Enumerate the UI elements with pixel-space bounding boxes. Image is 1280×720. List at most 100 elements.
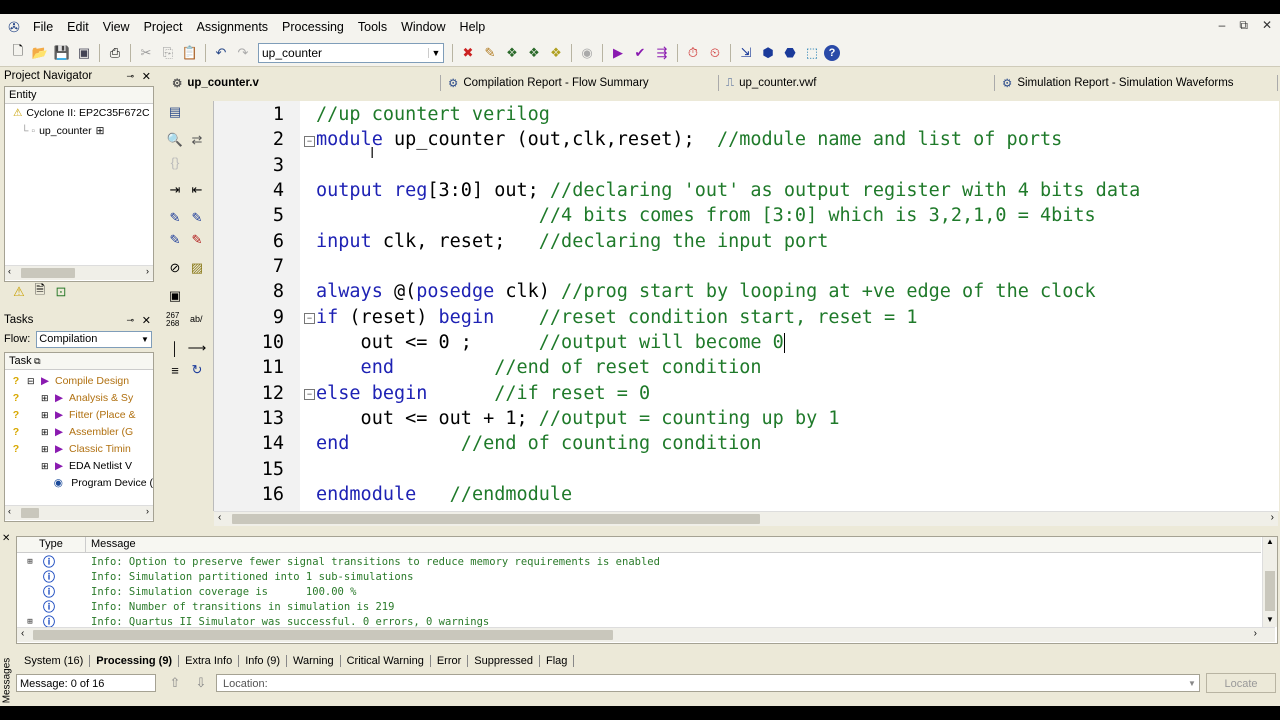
- tab-warning[interactable]: Warning: [287, 655, 341, 667]
- save-all-icon[interactable]: ▣: [74, 43, 94, 63]
- pin-planner-icon[interactable]: ✎: [480, 43, 500, 63]
- code-line[interactable]: input clk, reset; //declaring the input …: [316, 231, 828, 252]
- tab-error[interactable]: Error: [431, 655, 469, 667]
- help-icon[interactable]: ?: [824, 45, 840, 61]
- new-file-icon[interactable]: 🗋: [8, 43, 28, 63]
- document-icon[interactable]: ▤: [165, 102, 185, 122]
- code-line[interactable]: end //end of reset condition: [316, 357, 762, 378]
- bookmark-next-icon[interactable]: ✎: [187, 208, 207, 228]
- location-select[interactable]: Location: ▼: [216, 674, 1200, 692]
- bookmark-icon[interactable]: ✎: [165, 208, 185, 228]
- save-icon[interactable]: 💾: [52, 43, 72, 63]
- code-line[interactable]: endmodule //endmodule: [316, 484, 572, 505]
- messages-hscrollbar[interactable]: ‹ ›: [17, 627, 1275, 642]
- paste-icon[interactable]: 📋: [180, 43, 200, 63]
- menu-help[interactable]: Help: [453, 20, 493, 34]
- bookmark-clear-icon[interactable]: ✎: [187, 230, 207, 250]
- files-tab-icon[interactable]: 🗎: [32, 282, 48, 300]
- start-compilation-icon[interactable]: ▶: [608, 43, 628, 63]
- braces-icon[interactable]: {}: [165, 152, 185, 172]
- menu-project[interactable]: Project: [137, 20, 190, 34]
- task-row[interactable]: ? ⊞ ▶ Assembler (G: [5, 424, 153, 440]
- expand-icon[interactable]: ⊞: [41, 393, 55, 404]
- scroll-left-icon[interactable]: ‹: [218, 512, 221, 523]
- code-line[interactable]: output reg[3:0] out; //declaring 'out' a…: [316, 180, 1140, 201]
- expand-icon[interactable]: ⊞: [41, 444, 55, 455]
- expand-icon[interactable]: ⊞: [17, 617, 43, 627]
- line-number-toggle-icon[interactable]: 267 268: [166, 312, 179, 328]
- task-row[interactable]: ◉ Program Device (: [5, 475, 153, 491]
- design-units-tab-icon[interactable]: ⊡: [53, 284, 69, 300]
- tab-extra-info[interactable]: Extra Info: [179, 655, 240, 667]
- message-row[interactable]: ⊞ ⓘ Info: Option to preserve fewer signa…: [17, 554, 660, 569]
- comment-icon[interactable]: ≡: [165, 360, 185, 380]
- close-icon[interactable]: ✕: [2, 533, 10, 544]
- project-combo[interactable]: up_counter ▼: [258, 43, 444, 63]
- tab-flag[interactable]: Flag: [540, 655, 575, 667]
- insert-template-icon[interactable]: ▣: [165, 286, 185, 306]
- start-analysis-icon[interactable]: ✔: [630, 43, 650, 63]
- timequest-icon[interactable]: ⏲: [705, 43, 725, 63]
- task-row[interactable]: ? ⊞ ▶ Fitter (Place &: [5, 407, 153, 423]
- play-icon[interactable]: ▶: [55, 426, 69, 438]
- menu-window[interactable]: Window: [394, 20, 452, 34]
- menu-edit[interactable]: Edit: [60, 20, 96, 34]
- tab-compilation-report[interactable]: ⚙ Compilation Report - Flow Summary: [448, 73, 649, 93]
- navigator-hscrollbar[interactable]: ‹ ›: [5, 265, 153, 280]
- analysis-elaboration-icon[interactable]: ⇶: [652, 43, 672, 63]
- scroll-right-icon[interactable]: ›: [146, 266, 149, 276]
- start-simulation-icon[interactable]: ⇲: [736, 43, 756, 63]
- timing-settings-icon[interactable]: ❖: [546, 43, 566, 63]
- template-icon[interactable]: ▨: [187, 258, 207, 278]
- panel-pin-icon[interactable]: ⊸: [126, 71, 134, 82]
- tab-critical-warning[interactable]: Critical Warning: [341, 655, 431, 667]
- type-column-header[interactable]: Type: [39, 538, 63, 550]
- code-line[interactable]: if (reset) begin //reset condition start…: [316, 307, 917, 328]
- editor-hscrollbar[interactable]: ‹ ›: [214, 511, 1278, 526]
- outdent-icon[interactable]: ⇤: [187, 180, 207, 200]
- scroll-left-icon[interactable]: ‹: [8, 506, 11, 516]
- netlist-viewer-icon[interactable]: ⬣: [780, 43, 800, 63]
- tab-processing[interactable]: Processing (9): [90, 655, 180, 667]
- close-icon[interactable]: ✕: [1262, 18, 1272, 33]
- play-icon[interactable]: ▶: [41, 375, 55, 387]
- fold-collapse-icon[interactable]: −: [304, 389, 315, 400]
- task-row[interactable]: ? ⊞ ▶ Analysis & Sy: [5, 390, 153, 406]
- expand-icon[interactable]: ⊞: [41, 427, 55, 438]
- message-column-header[interactable]: Message: [91, 538, 136, 550]
- cut-icon[interactable]: ✂: [136, 43, 156, 63]
- menu-processing[interactable]: Processing: [275, 20, 351, 34]
- task-column-header[interactable]: Task ⧉: [5, 353, 153, 370]
- flow-select[interactable]: Compilation ▼: [36, 330, 152, 348]
- code-line[interactable]: out <= out + 1; //output = counting up b…: [316, 408, 840, 429]
- stop-icon[interactable]: ◉: [577, 43, 597, 63]
- scroll-down-icon[interactable]: ▼: [1266, 615, 1274, 624]
- cursor-icon[interactable]: │: [165, 338, 185, 358]
- open-folder-icon[interactable]: 📂: [30, 43, 50, 63]
- expand-icon[interactable]: ⊞: [41, 461, 55, 472]
- task-row[interactable]: ⊞ ▶ EDA Netlist V: [5, 458, 153, 474]
- message-row[interactable]: ⓘ Info: Simulation coverage is 100.00 %: [17, 584, 357, 599]
- task-row[interactable]: ? ⊞ ▶ Classic Timin: [5, 441, 153, 457]
- code-line[interactable]: end //end of counting condition: [316, 433, 762, 454]
- tasks-hscrollbar[interactable]: ‹ ›: [5, 505, 153, 520]
- timing-analyzer-icon[interactable]: ⏱: [683, 43, 703, 63]
- message-row[interactable]: ⓘ Info: Simulation partitioned into 1 su…: [17, 569, 413, 584]
- close-icon[interactable]: ✕: [142, 70, 151, 83]
- find-icon[interactable]: 🔍: [165, 130, 185, 150]
- scroll-thumb[interactable]: [1265, 571, 1275, 611]
- menu-view[interactable]: View: [96, 20, 137, 34]
- fold-collapse-icon[interactable]: −: [304, 313, 315, 324]
- scroll-up-icon[interactable]: ▲: [1266, 537, 1274, 546]
- bookmark-prev-icon[interactable]: ✎: [165, 230, 185, 250]
- code-editor[interactable]: 1 2 3 4 5 6 7 8 9 10 11 12 13 14 15 16 −…: [213, 101, 1279, 511]
- chip-planner-icon[interactable]: ⬢: [758, 43, 778, 63]
- code-line[interactable]: else begin //if reset = 0: [316, 383, 650, 404]
- entity-column-header[interactable]: Entity: [5, 87, 153, 104]
- scroll-left-icon[interactable]: ‹: [8, 266, 11, 276]
- tab-suppressed[interactable]: Suppressed: [468, 655, 541, 667]
- scroll-thumb[interactable]: [232, 514, 760, 524]
- chevron-down-icon[interactable]: ▼: [1185, 675, 1199, 691]
- indent-icon[interactable]: ⇥: [165, 180, 185, 200]
- panel-pin-icon[interactable]: ⊸: [126, 315, 134, 326]
